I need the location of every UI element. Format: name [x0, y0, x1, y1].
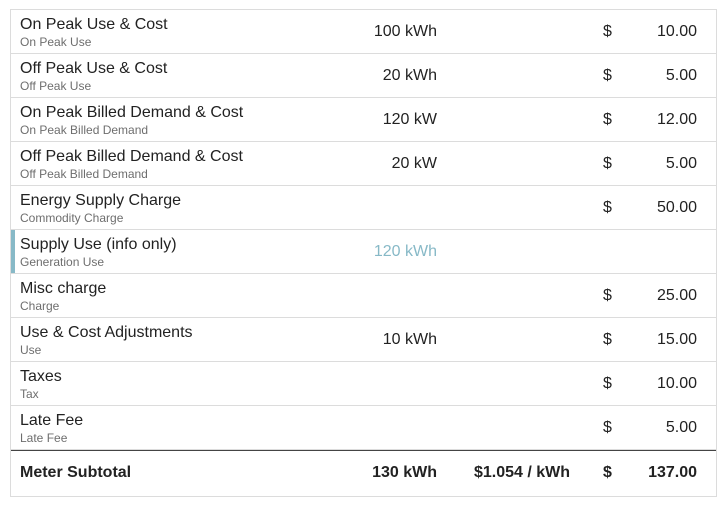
charge-name: Misc charge — [20, 280, 107, 297]
charge-name: Taxes — [20, 368, 62, 385]
charge-row-off-peak-demand[interactable]: Off Peak Billed Demand & Cost Off Peak B… — [11, 142, 716, 186]
currency-symbol: $ — [603, 375, 612, 392]
charge-row-on-peak-use[interactable]: On Peak Use & Cost On Peak Use 100 kWh $… — [11, 10, 716, 54]
charge-name: Supply Use (info only) — [20, 236, 177, 253]
charge-row-on-peak-demand[interactable]: On Peak Billed Demand & Cost On Peak Bil… — [11, 98, 716, 142]
charge-quantity: 10 kWh — [382, 331, 437, 348]
charge-subtype: Commodity Charge — [20, 211, 124, 225]
charge-quantity-info: 120 kWh — [373, 243, 437, 260]
charge-amount: 50.00 — [656, 199, 697, 216]
subtotal-quantity: 130 kWh — [372, 464, 437, 481]
charge-quantity: 20 kWh — [382, 67, 437, 84]
currency-symbol: $ — [603, 155, 612, 172]
meter-charges-table: On Peak Use & Cost On Peak Use 100 kWh $… — [10, 9, 717, 497]
charge-name: Off Peak Billed Demand & Cost — [20, 148, 243, 165]
currency-symbol: $ — [603, 287, 612, 304]
charge-row-adjustments[interactable]: Use & Cost Adjustments Use 10 kWh $ 15.0… — [11, 318, 716, 362]
charge-amount: 5.00 — [665, 67, 697, 84]
charge-subtype: Late Fee — [20, 431, 68, 445]
currency-symbol: $ — [603, 111, 612, 128]
subtotal-rate: $1.054 / kWh — [473, 464, 570, 481]
charge-row-taxes[interactable]: Taxes Tax $ 10.00 — [11, 362, 716, 406]
charge-subtype: Generation Use — [20, 255, 105, 269]
charge-amount: 10.00 — [656, 375, 697, 392]
charge-amount: 15.00 — [656, 331, 697, 348]
charge-amount: 10.00 — [656, 23, 697, 40]
subtotal-amount: 137.00 — [648, 464, 697, 481]
currency-symbol: $ — [603, 331, 612, 348]
charge-subtype: Tax — [20, 387, 39, 401]
charge-name: Use & Cost Adjustments — [20, 324, 193, 341]
charge-subtype: On Peak Billed Demand — [20, 123, 149, 137]
subtotal-label: Meter Subtotal — [20, 464, 132, 481]
charge-amount: 5.00 — [665, 419, 697, 436]
charge-quantity: 100 kWh — [373, 23, 437, 40]
currency-symbol: $ — [603, 199, 612, 216]
charge-row-energy-supply[interactable]: Energy Supply Charge Commodity Charge $ … — [11, 186, 716, 230]
charge-amount: 12.00 — [656, 111, 697, 128]
charge-subtype: Use — [20, 343, 42, 357]
meter-subtotal-row: Meter Subtotal 130 kWh $1.054 / kWh $ 13… — [11, 450, 716, 492]
charge-name: On Peak Use & Cost — [20, 16, 168, 33]
charge-quantity: 120 kW — [382, 111, 437, 128]
currency-symbol: $ — [603, 419, 612, 436]
charge-row-late-fee[interactable]: Late Fee Late Fee $ 5.00 — [11, 406, 716, 450]
charge-row-misc[interactable]: Misc charge Charge $ 25.00 — [11, 274, 716, 318]
currency-symbol: $ — [603, 23, 612, 40]
currency-symbol: $ — [603, 67, 612, 84]
charge-amount: 25.00 — [656, 287, 697, 304]
charge-subtype: Charge — [20, 299, 60, 313]
charge-quantity: 20 kW — [391, 155, 437, 172]
charge-name: Energy Supply Charge — [20, 192, 181, 209]
charge-amount: 5.00 — [665, 155, 697, 172]
charge-subtype: Off Peak Use — [20, 79, 92, 93]
charge-row-off-peak-use[interactable]: Off Peak Use & Cost Off Peak Use 20 kWh … — [11, 54, 716, 98]
charge-name: On Peak Billed Demand & Cost — [20, 104, 244, 121]
charge-name: Off Peak Use & Cost — [20, 60, 168, 77]
charge-row-supply-use-info[interactable]: Supply Use (info only) Generation Use 12… — [11, 230, 716, 274]
charge-name: Late Fee — [20, 412, 84, 429]
currency-symbol: $ — [603, 464, 612, 481]
charge-subtype: Off Peak Billed Demand — [20, 167, 148, 181]
charge-subtype: On Peak Use — [20, 35, 92, 49]
